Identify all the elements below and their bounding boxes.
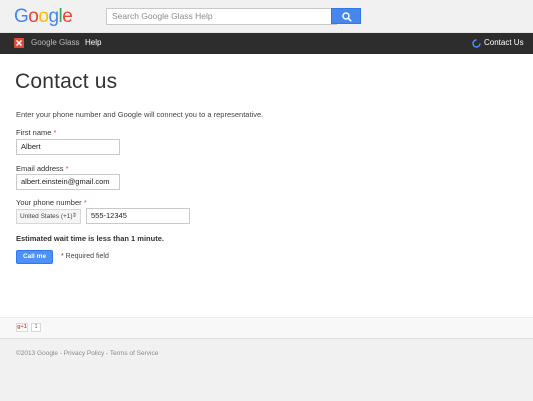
logo-letter: o — [38, 6, 49, 27]
search-input[interactable]: Search Google Glass Help — [106, 8, 337, 25]
plus-count: 1 — [31, 323, 41, 332]
page-title: Contact us — [15, 70, 118, 93]
call-me-button[interactable]: Call me — [16, 250, 53, 264]
nav-bar: Google Glass › Help Contact Us — [0, 33, 533, 54]
share-bar: g+1 1 — [0, 317, 533, 338]
breadcrumb-product[interactable]: Google Glass — [31, 38, 79, 47]
wait-time-text: Estimated wait time is less than 1 minut… — [16, 234, 164, 243]
label-text: First name — [16, 128, 52, 137]
country-value: United States (+1) — [20, 213, 73, 220]
search-icon — [342, 12, 352, 22]
contact-icon — [472, 39, 481, 48]
select-arrows-icon: ⇕ — [71, 213, 77, 219]
chevron-right-icon: › — [75, 37, 78, 47]
logo-letter: G — [14, 6, 29, 27]
country-select[interactable]: United States (+1) ⇕ — [16, 209, 81, 224]
top-bar: Google Search Google Glass Help — [0, 0, 533, 33]
required-marker: * — [53, 128, 57, 137]
first-name-label: First name * — [16, 128, 56, 137]
phone-number-field[interactable]: 555-12345 — [86, 208, 190, 224]
intro-text: Enter your phone number and Google will … — [16, 110, 264, 119]
footer-links[interactable]: ©2013 Google - Privacy Policy - Terms of… — [16, 350, 158, 357]
email-label: Email address * — [16, 164, 69, 173]
google-logo[interactable]: Google — [14, 6, 73, 28]
search-button[interactable] — [331, 8, 361, 24]
contact-us-link[interactable]: Contact Us — [484, 38, 524, 47]
product-icon — [16, 40, 22, 46]
required-marker: * — [65, 164, 69, 173]
google-plus-button[interactable]: g+1 — [16, 323, 28, 332]
logo-letter: e — [62, 6, 73, 27]
first-name-field[interactable]: Albert — [16, 139, 120, 155]
required-field-note: * Required field — [61, 253, 109, 260]
breadcrumb-help[interactable]: Help — [85, 38, 101, 47]
email-field[interactable]: albert.einstein@gmail.com — [16, 174, 120, 190]
logo-letter: o — [28, 6, 39, 27]
footer: ©2013 Google - Privacy Policy - Terms of… — [0, 338, 533, 401]
label-text: Your phone number — [16, 198, 82, 207]
logo-letter: g — [48, 6, 59, 27]
glass-product-icon[interactable] — [14, 38, 24, 48]
label-text: Email address — [16, 164, 64, 173]
phone-label: Your phone number * — [16, 198, 87, 207]
required-marker: * — [83, 198, 87, 207]
